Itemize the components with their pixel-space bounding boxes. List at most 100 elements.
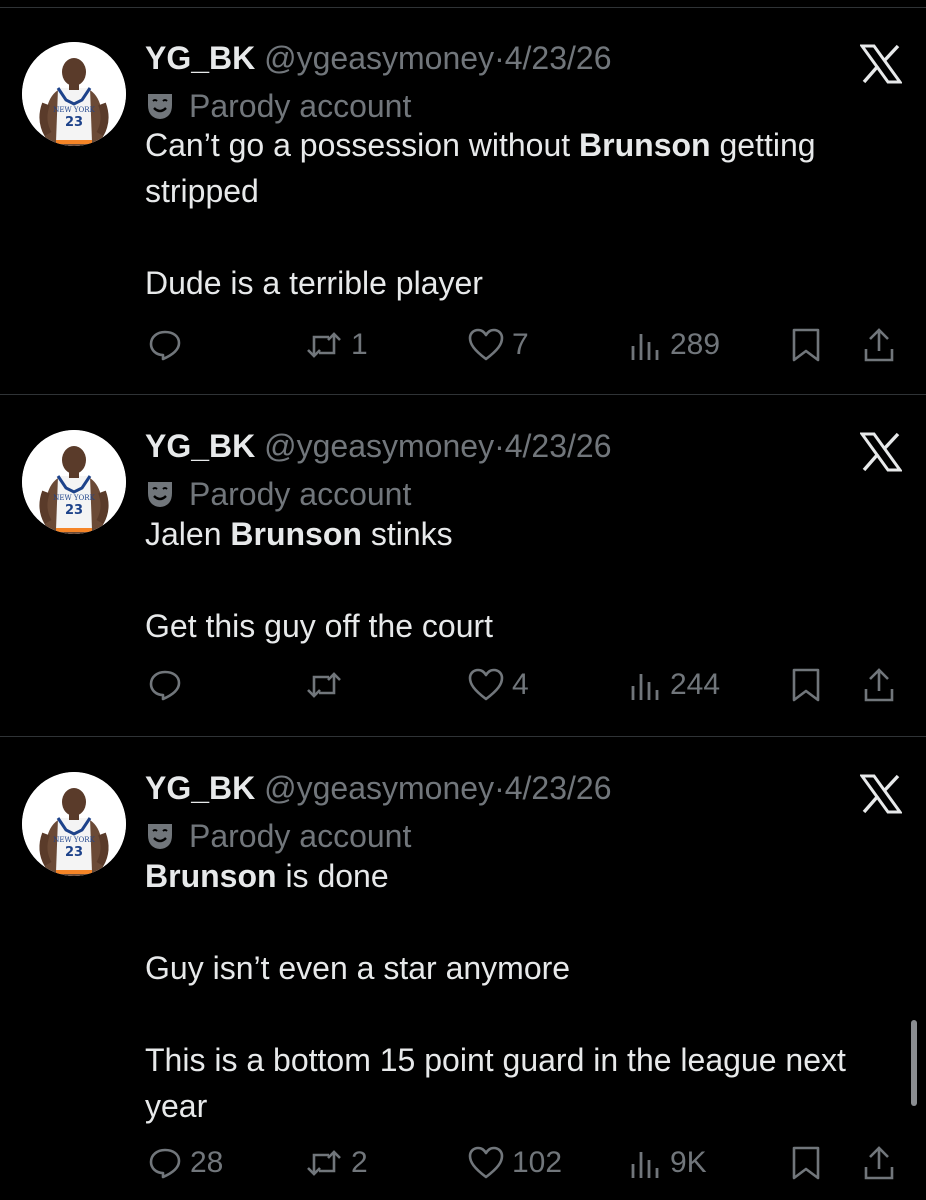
like-button[interactable]: 4 xyxy=(468,662,529,708)
x-logo-icon[interactable] xyxy=(860,432,902,472)
separator-dot: · xyxy=(494,428,505,464)
share-icon xyxy=(862,667,896,703)
text-run: Dude is a terrible player xyxy=(145,265,483,301)
text-run: Get this guy off the court xyxy=(145,608,494,644)
bookmark-icon xyxy=(790,327,822,363)
bold-keyword: Brunson xyxy=(145,858,277,894)
tweet-actions: 4 244 xyxy=(0,662,926,708)
tweet[interactable]: NEW YORK 23 YG_BK @ygeasymoney·4/23/26 P… xyxy=(0,396,926,737)
tweet-paragraph: This is a bottom 15 point guard in the l… xyxy=(145,1037,905,1129)
author-handle[interactable]: @ygeasymoney xyxy=(264,428,494,464)
author-handle[interactable]: @ygeasymoney xyxy=(264,40,494,76)
bold-keyword: Brunson xyxy=(579,127,711,163)
author-name[interactable]: YG_BK xyxy=(145,770,255,806)
repost-icon xyxy=(305,668,343,702)
heart-icon xyxy=(468,668,504,702)
avatar[interactable]: NEW YORK 23 xyxy=(22,42,126,146)
heart-icon xyxy=(468,1146,504,1180)
views-bar-icon xyxy=(628,328,662,362)
jersey-text: NEW YORK xyxy=(53,494,95,502)
mask-icon xyxy=(148,94,172,119)
x-logo-icon[interactable] xyxy=(860,774,902,814)
scrollbar[interactable] xyxy=(911,1020,917,1106)
reply-icon xyxy=(148,1146,182,1180)
tweet-date[interactable]: 4/23/26 xyxy=(505,770,612,806)
bookmark-icon xyxy=(790,1145,822,1181)
author-name[interactable]: YG_BK xyxy=(145,40,255,76)
reply-button[interactable] xyxy=(148,662,190,708)
tweet-date[interactable]: 4/23/26 xyxy=(505,40,612,76)
tweet-text: Jalen Brunson stinks Get this guy off the… xyxy=(145,511,905,649)
tweet-paragraph: Brunson is done xyxy=(145,853,905,899)
tweet-text: Brunson is done Guy isn’t even a star any… xyxy=(145,853,905,1129)
repost-button[interactable] xyxy=(305,662,351,708)
parody-label: Parody account xyxy=(189,476,412,512)
share-button[interactable] xyxy=(862,322,896,368)
text-run: Jalen xyxy=(145,516,231,552)
reply-count: 28 xyxy=(190,1146,224,1179)
tweet[interactable]: NEW YORK 23 YG_BK @ygeasymoney·4/23/26 P… xyxy=(0,738,926,1200)
jersey-text: NEW YORK xyxy=(53,106,95,114)
jersey-text: NEW YORK xyxy=(53,836,95,844)
parody-label: Parody account xyxy=(189,818,412,854)
tweet-actions: 28 2 102 9K xyxy=(0,1140,926,1186)
avatar-image: NEW YORK 23 xyxy=(22,430,126,534)
bookmark-button[interactable] xyxy=(790,662,822,708)
share-button[interactable] xyxy=(862,662,896,708)
repost-count: 2 xyxy=(351,1146,368,1179)
x-logo-icon[interactable] xyxy=(860,44,902,84)
repost-button[interactable]: 1 xyxy=(305,322,368,368)
bold-keyword: Brunson xyxy=(230,516,362,552)
views-bar-icon xyxy=(628,1146,662,1180)
separator-dot: · xyxy=(494,770,505,806)
text-run: This is a bottom 15 point guard in the l… xyxy=(145,1042,846,1124)
jersey-number: 23 xyxy=(65,115,83,130)
jersey-number: 23 xyxy=(65,503,83,518)
like-button[interactable]: 7 xyxy=(468,322,529,368)
separator-dot: · xyxy=(494,40,505,76)
views-button[interactable]: 289 xyxy=(628,322,720,368)
share-icon xyxy=(862,327,896,363)
reply-button[interactable] xyxy=(148,322,190,368)
reply-icon xyxy=(148,668,182,702)
reply-button[interactable]: 28 xyxy=(148,1140,223,1186)
tweet-paragraph: Dude is a terrible player xyxy=(145,260,905,306)
views-bar-icon xyxy=(628,668,662,702)
repost-count: 1 xyxy=(351,328,368,361)
tweet-paragraph: Can’t go a possession without Brunson ge… xyxy=(145,122,905,214)
avatar-image: NEW YORK 23 xyxy=(22,42,126,146)
parody-badge: Parody account xyxy=(145,472,411,516)
mask-icon xyxy=(148,824,172,849)
reply-icon xyxy=(148,328,182,362)
avatar[interactable]: NEW YORK 23 xyxy=(22,430,126,534)
views-count: 9K xyxy=(670,1146,707,1179)
avatar-image: NEW YORK 23 xyxy=(22,772,126,876)
author-name[interactable]: YG_BK xyxy=(145,428,255,464)
like-button[interactable]: 102 xyxy=(468,1140,562,1186)
tweet-header: YG_BK @ygeasymoney·4/23/26 xyxy=(145,424,611,468)
tweet-text: Can’t go a possession without Brunson ge… xyxy=(145,122,905,306)
tweet-paragraph: Get this guy off the court xyxy=(145,603,905,649)
repost-icon xyxy=(305,328,343,362)
author-handle[interactable]: @ygeasymoney xyxy=(264,770,494,806)
like-count: 7 xyxy=(512,328,529,361)
parody-badge: Parody account xyxy=(145,814,411,858)
tweet-date[interactable]: 4/23/26 xyxy=(505,428,612,464)
views-button[interactable]: 244 xyxy=(628,662,720,708)
tweet-actions: 1 7 289 xyxy=(0,322,926,368)
mask-icon xyxy=(148,482,172,507)
repost-icon xyxy=(305,1146,343,1180)
avatar[interactable]: NEW YORK 23 xyxy=(22,772,126,876)
share-button[interactable] xyxy=(862,1140,896,1186)
text-run: is done xyxy=(276,858,389,894)
repost-button[interactable]: 2 xyxy=(305,1140,368,1186)
tweet-header: YG_BK @ygeasymoney·4/23/26 xyxy=(145,766,611,810)
bookmark-button[interactable] xyxy=(790,1140,822,1186)
bookmark-icon xyxy=(790,667,822,703)
heart-icon xyxy=(468,328,504,362)
jersey-number: 23 xyxy=(65,845,83,860)
text-run: Can’t go a possession without xyxy=(145,127,580,163)
views-button[interactable]: 9K xyxy=(628,1140,707,1186)
bookmark-button[interactable] xyxy=(790,322,822,368)
tweet[interactable]: NEW YORK 23 YG_BK @ygeasymoney·4/23/26 P… xyxy=(0,8,926,395)
